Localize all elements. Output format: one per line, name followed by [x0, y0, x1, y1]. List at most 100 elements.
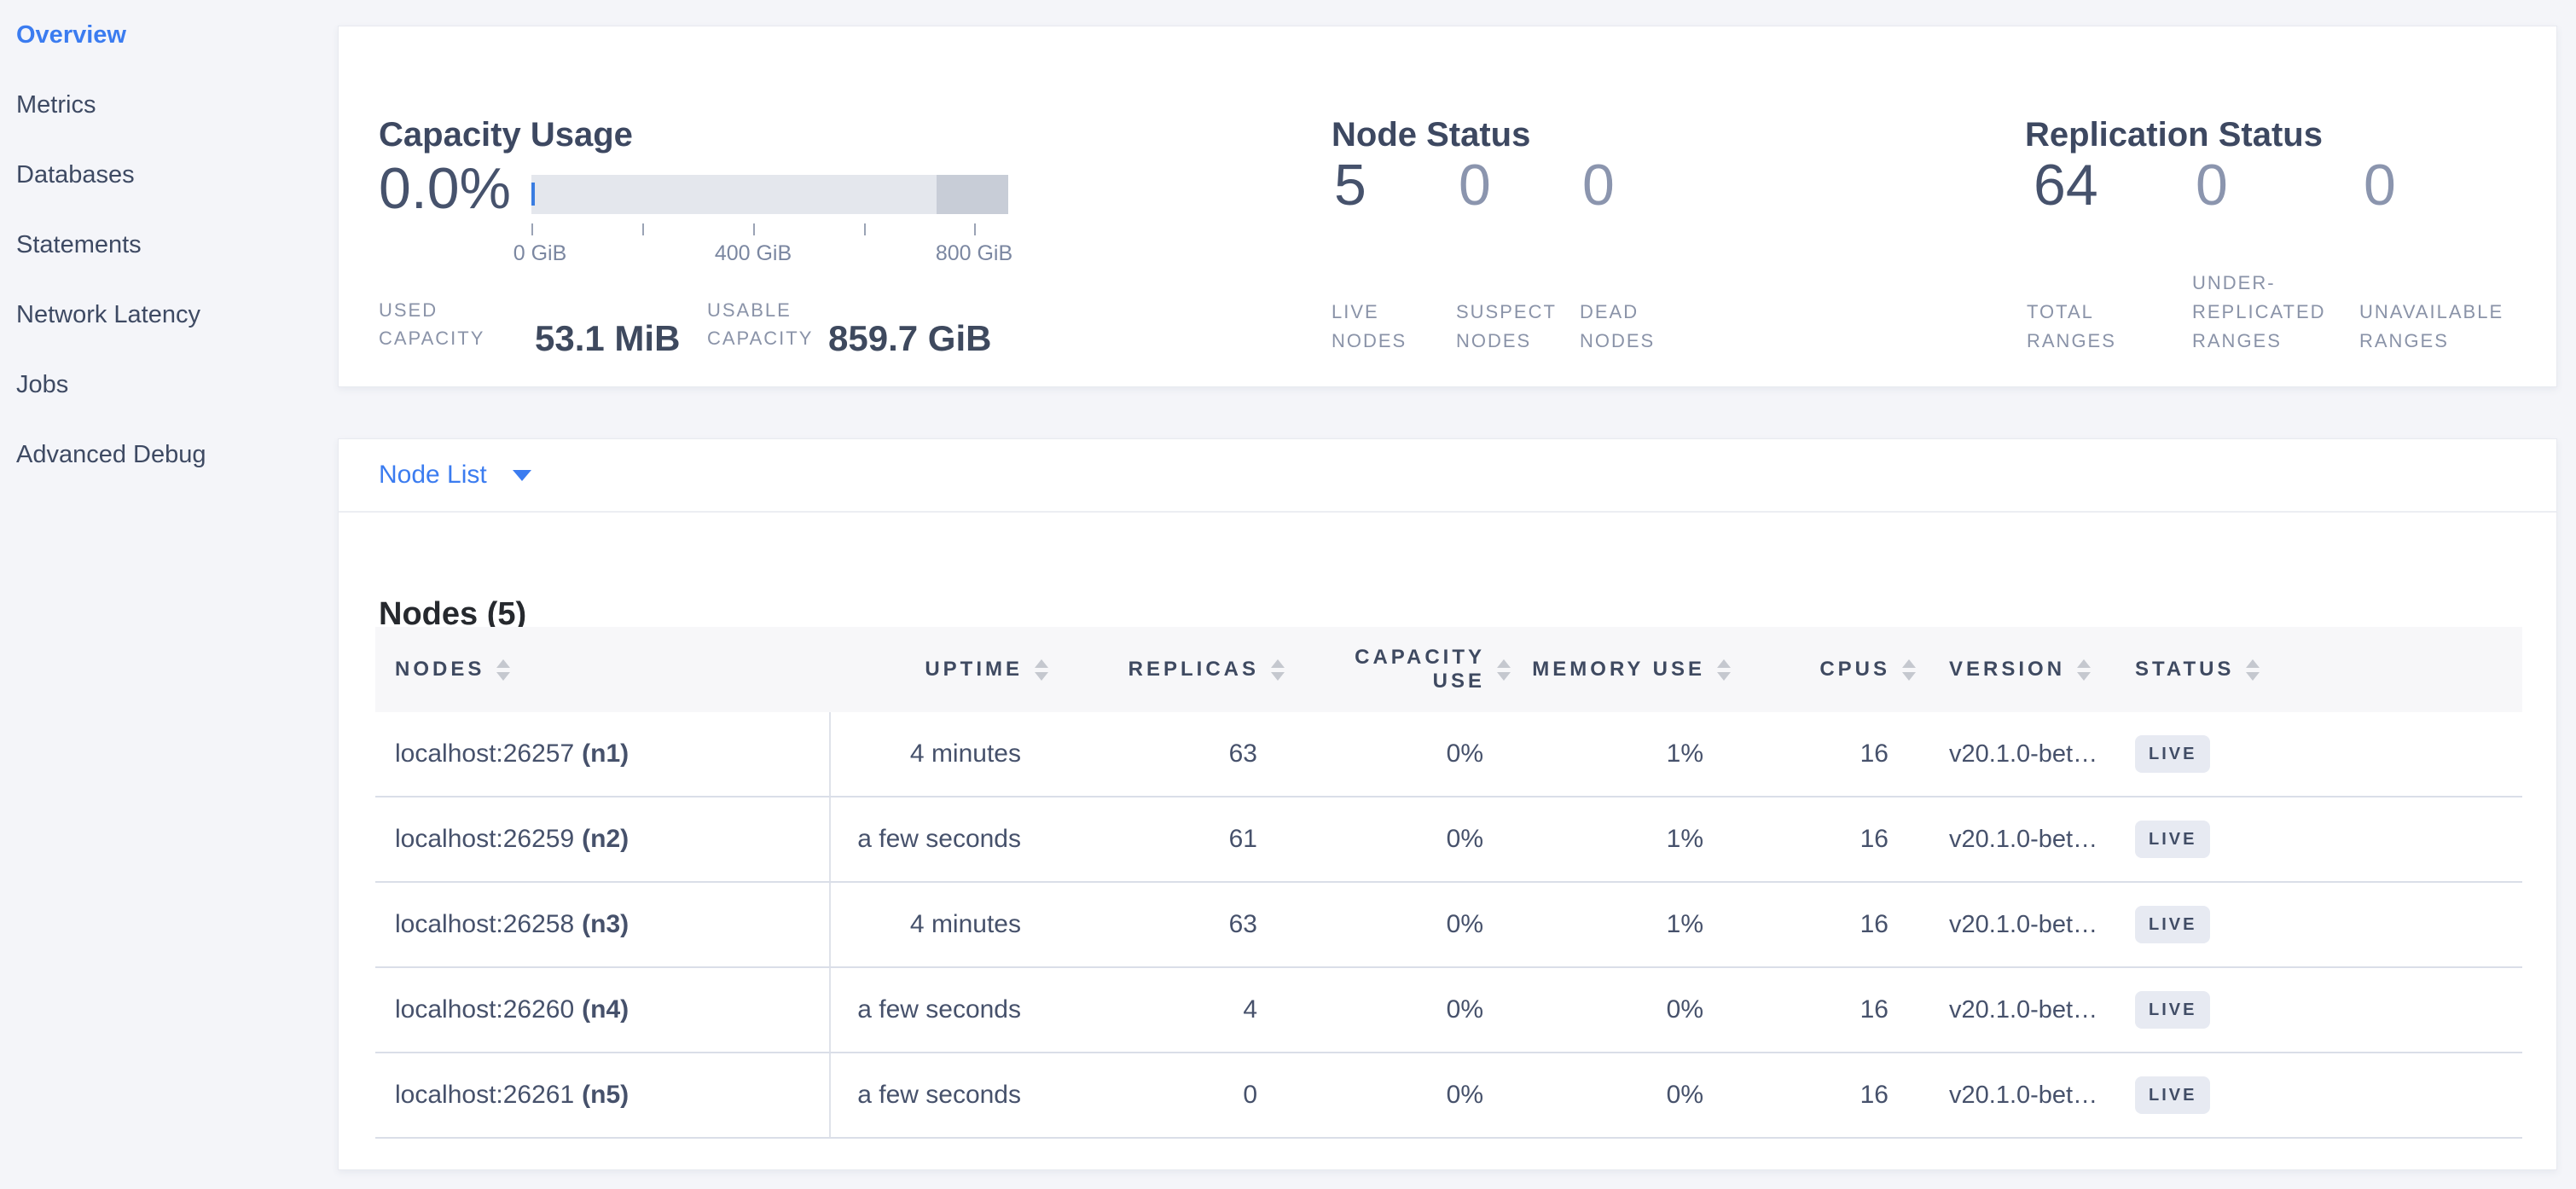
under-replicated-ranges-count: 0 — [2196, 153, 2228, 218]
uptime-cell: a few seconds — [831, 1053, 1048, 1137]
usable-capacity-value: 859.7 GiB — [828, 318, 991, 359]
uptime-cell: a few seconds — [831, 968, 1048, 1052]
used-capacity-label: USED CAPACITY — [379, 296, 507, 352]
uptime-cell: 4 minutes — [831, 883, 1048, 966]
cockroachdb-admin-overview-page: { "sidebar": { "items": [ {"label": "Ove… — [0, 0, 2576, 1189]
table-row-node-3[interactable]: localhost:26258 (n3) 4 minutes 63 0% 1% … — [375, 883, 2522, 968]
suspect-nodes-label: SUSPECT NODES — [1456, 298, 1567, 356]
tick-label-800: 800 GiB — [936, 241, 1012, 266]
status-badge: LIVE — [2135, 735, 2210, 773]
dead-nodes-count: 0 — [1582, 153, 1615, 218]
capacity-use-cell: 0% — [1285, 798, 1511, 881]
uptime-cell: 4 minutes — [831, 712, 1048, 796]
tick-label-0: 0 GiB — [513, 241, 567, 266]
capacity-bar-other-segment — [937, 175, 1008, 214]
live-nodes-count: 5 — [1334, 153, 1366, 218]
node-list-card: Node List Nodes (5) NODES UPTIME REPLICA… — [338, 438, 2557, 1170]
version-cell: v20.1.0-bet… — [1916, 1053, 2125, 1137]
sort-icon[interactable] — [1035, 659, 1048, 681]
table-row-node-2[interactable]: localhost:26259 (n2) a few seconds 61 0%… — [375, 798, 2522, 883]
sort-icon[interactable] — [496, 659, 510, 681]
total-ranges-label: TOTAL RANGES — [2027, 298, 2121, 356]
cpus-cell: 16 — [1731, 712, 1916, 796]
unavailable-ranges-label: UNAVAILABLE RANGES — [2359, 298, 2534, 356]
replicas-cell: 0 — [1048, 1053, 1285, 1137]
sidebar-item-advanced-debug[interactable]: Advanced Debug — [0, 420, 338, 490]
cpus-cell: 16 — [1731, 968, 1916, 1052]
cpus-cell: 16 — [1731, 1053, 1916, 1137]
replication-status-title: Replication Status — [2025, 116, 2323, 154]
suspect-nodes-count: 0 — [1459, 153, 1491, 218]
capacity-use-cell: 0% — [1285, 968, 1511, 1052]
memory-use-cell: 1% — [1511, 883, 1731, 966]
column-header-uptime[interactable]: UPTIME — [831, 627, 1048, 712]
replicas-cell: 63 — [1048, 712, 1285, 796]
unavailable-ranges-count: 0 — [2364, 153, 2396, 218]
tick-label-400: 400 GiB — [715, 241, 792, 266]
status-badge: LIVE — [2135, 906, 2210, 943]
live-nodes-label: LIVE NODES — [1332, 298, 1417, 356]
node-status-title: Node Status — [1332, 116, 1530, 154]
capacity-use-cell: 0% — [1285, 883, 1511, 966]
cpus-cell: 16 — [1731, 883, 1916, 966]
memory-use-cell: 0% — [1511, 968, 1731, 1052]
sidebar-item-network-latency[interactable]: Network Latency — [0, 280, 338, 350]
sort-icon[interactable] — [2077, 659, 2091, 681]
sort-icon[interactable] — [2246, 659, 2260, 681]
column-header-nodes[interactable]: NODES — [375, 627, 831, 712]
column-header-memory-use[interactable]: MEMORY USE — [1511, 627, 1731, 712]
column-header-capacity-use[interactable]: CAPACITY USE — [1285, 627, 1511, 712]
version-cell: v20.1.0-bet… — [1916, 712, 2125, 796]
capacity-usage-percent: 0.0% — [379, 156, 511, 221]
status-cell: LIVE — [2125, 798, 2522, 881]
table-row-node-5[interactable]: localhost:26261 (n5) a few seconds 0 0% … — [375, 1053, 2522, 1139]
sidebar-nav: Overview Metrics Databases Statements Ne… — [0, 0, 338, 1189]
status-badge: LIVE — [2135, 1076, 2210, 1114]
cluster-summary-card: Capacity Usage 0.0% 0 GiB 400 GiB 800 Gi… — [338, 26, 2557, 387]
dead-nodes-label: DEAD NODES — [1580, 298, 1665, 356]
nodes-table: NODES UPTIME REPLICAS CAPACITY USE MEMOR… — [375, 627, 2522, 1139]
sort-icon[interactable] — [1271, 659, 1285, 681]
status-cell: LIVE — [2125, 968, 2522, 1052]
capacity-usage-bar — [531, 175, 1008, 214]
column-header-replicas[interactable]: REPLICAS — [1048, 627, 1285, 712]
status-cell: LIVE — [2125, 883, 2522, 966]
status-cell: LIVE — [2125, 1053, 2522, 1137]
table-row-node-1[interactable]: localhost:26257 (n1) 4 minutes 63 0% 1% … — [375, 712, 2522, 798]
sort-icon[interactable] — [1902, 659, 1916, 681]
sidebar-item-statements[interactable]: Statements — [0, 210, 338, 280]
memory-use-cell: 0% — [1511, 1053, 1731, 1137]
replicas-cell: 4 — [1048, 968, 1285, 1052]
column-header-version[interactable]: VERSION — [1916, 627, 2125, 712]
node-address-cell[interactable]: localhost:26258 (n3) — [375, 883, 831, 966]
version-cell: v20.1.0-bet… — [1916, 798, 2125, 881]
sidebar-item-metrics[interactable]: Metrics — [0, 70, 338, 140]
node-address-cell[interactable]: localhost:26257 (n1) — [375, 712, 831, 796]
node-address-cell[interactable]: localhost:26260 (n4) — [375, 968, 831, 1052]
status-cell: LIVE — [2125, 712, 2522, 796]
chevron-down-icon — [513, 470, 531, 481]
sidebar-item-overview[interactable]: Overview — [0, 0, 338, 70]
replicas-cell: 61 — [1048, 798, 1285, 881]
replicas-cell: 63 — [1048, 883, 1285, 966]
table-row-node-4[interactable]: localhost:26260 (n4) a few seconds 4 0% … — [375, 968, 2522, 1053]
under-replicated-ranges-label: UNDER-REPLICATED RANGES — [2192, 269, 2350, 356]
sort-icon[interactable] — [1717, 659, 1731, 681]
sort-icon[interactable] — [1497, 659, 1511, 681]
sidebar-item-jobs[interactable]: Jobs — [0, 350, 338, 420]
column-header-status[interactable]: STATUS — [2125, 627, 2522, 712]
uptime-cell: a few seconds — [831, 798, 1048, 881]
memory-use-cell: 1% — [1511, 712, 1731, 796]
version-cell: v20.1.0-bet… — [1916, 968, 2125, 1052]
version-cell: v20.1.0-bet… — [1916, 883, 2125, 966]
cpus-cell: 16 — [1731, 798, 1916, 881]
node-address-cell[interactable]: localhost:26259 (n2) — [375, 798, 831, 881]
usable-capacity-label: USABLE CAPACITY — [707, 296, 835, 352]
sidebar-item-databases[interactable]: Databases — [0, 140, 338, 210]
capacity-bar-used-marker — [531, 183, 535, 206]
status-badge: LIVE — [2135, 991, 2210, 1029]
node-list-dropdown[interactable]: Node List — [339, 439, 2556, 513]
node-list-dropdown-label: Node List — [379, 461, 487, 490]
node-address-cell[interactable]: localhost:26261 (n5) — [375, 1053, 831, 1137]
column-header-cpus[interactable]: CPUS — [1731, 627, 1916, 712]
